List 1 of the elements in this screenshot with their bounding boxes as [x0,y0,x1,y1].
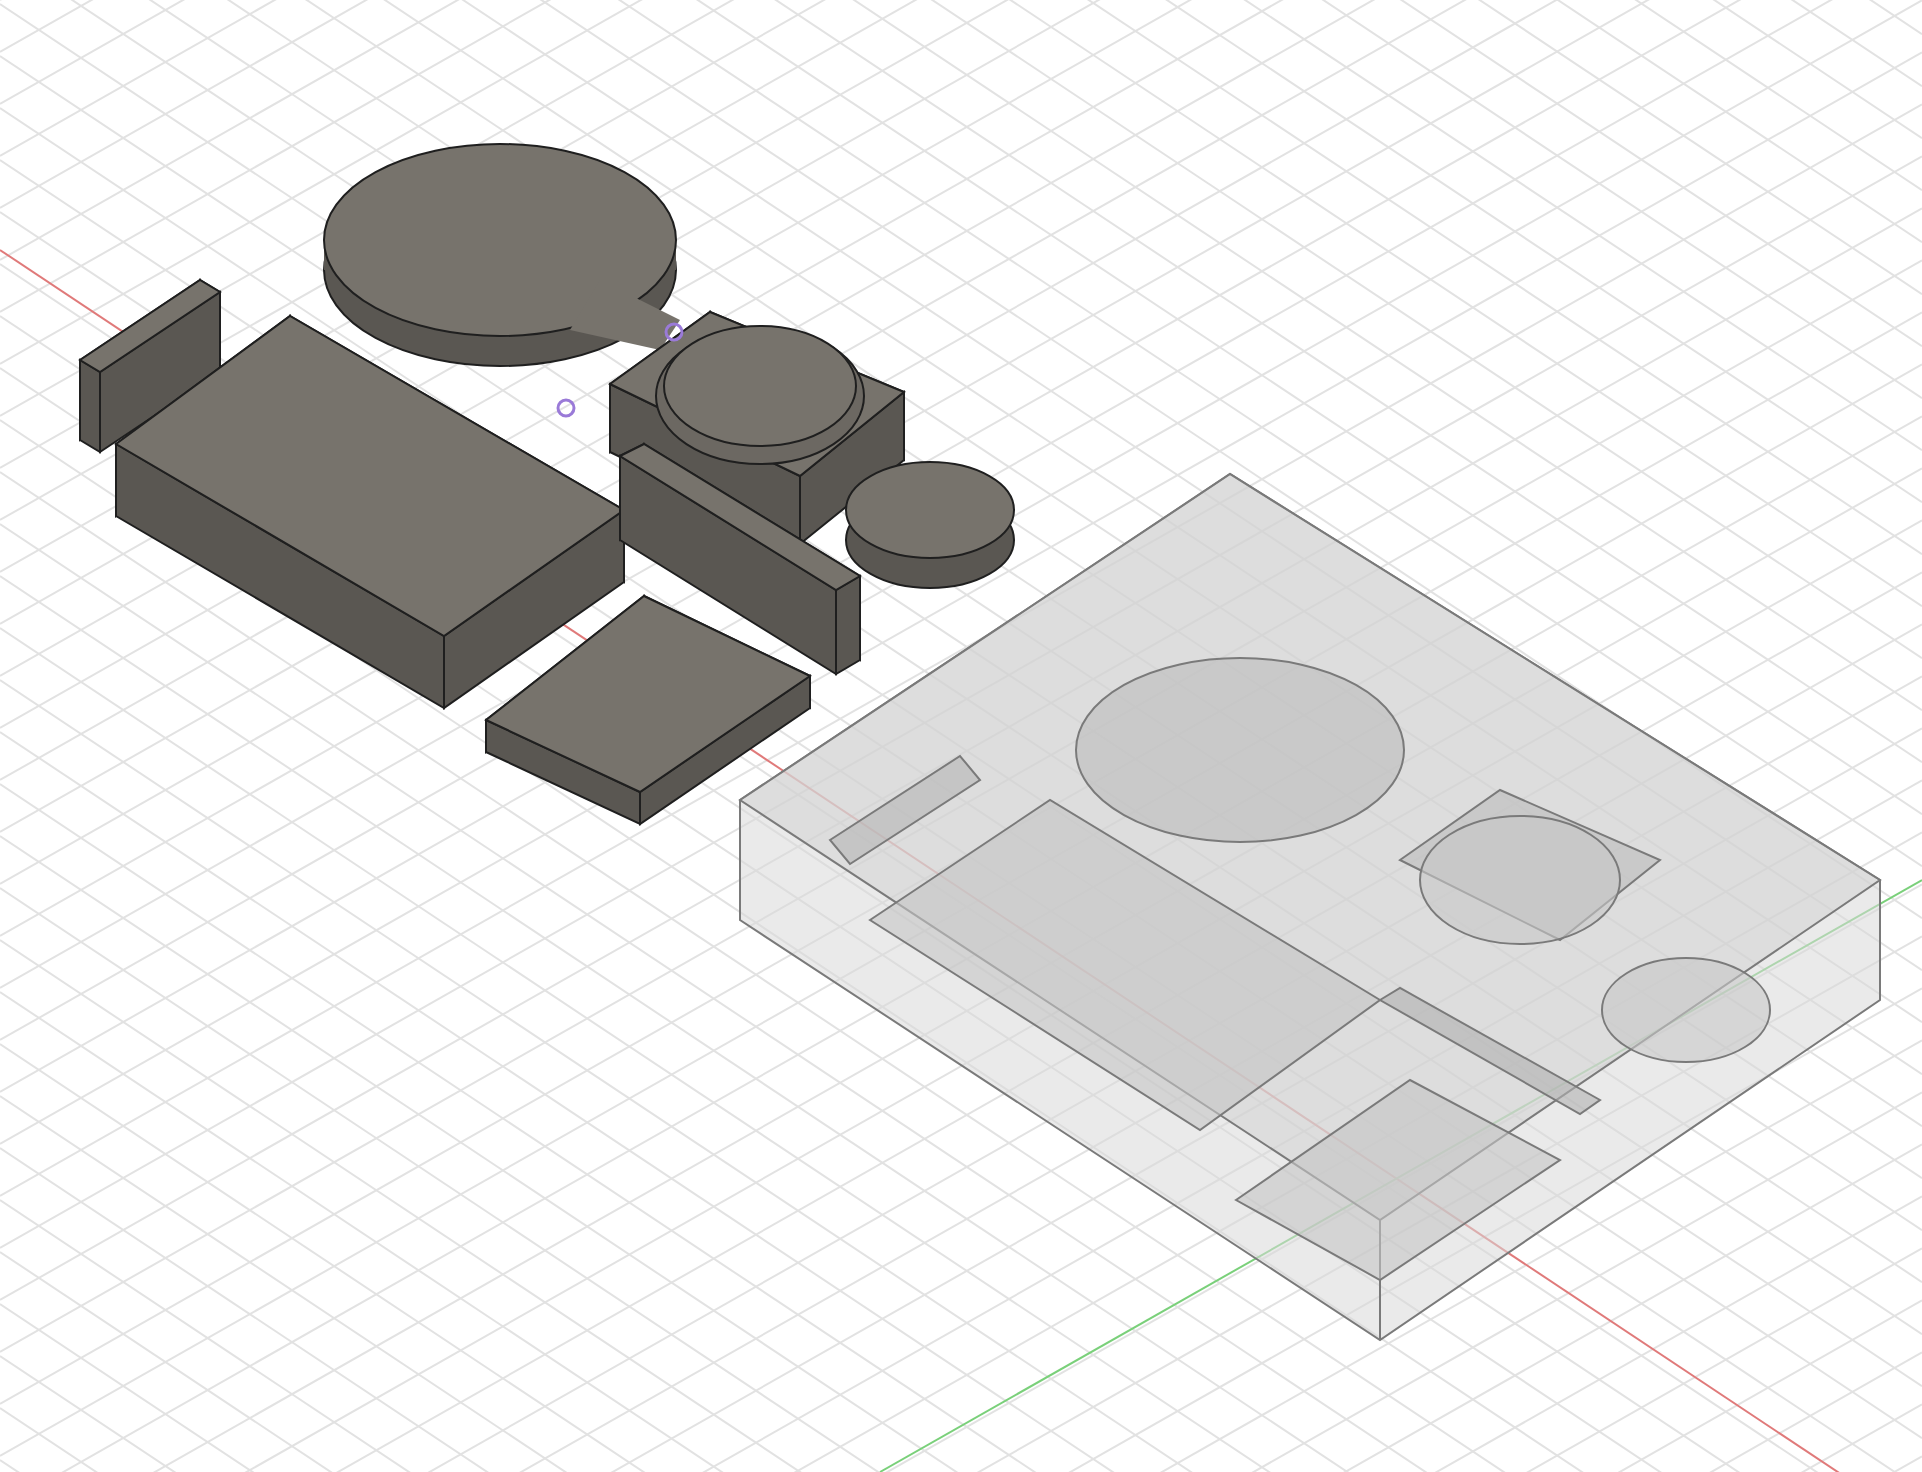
sketch-point-icon[interactable] [664,322,684,342]
